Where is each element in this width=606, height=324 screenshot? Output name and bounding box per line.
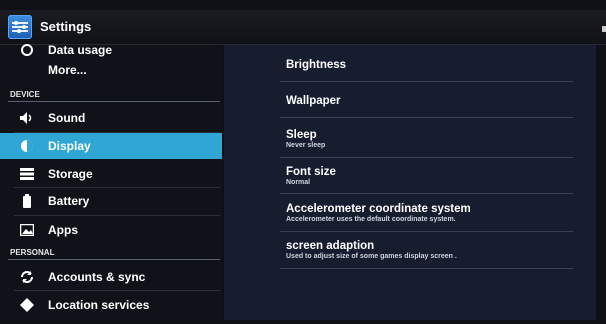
screen: Settings Data usage More... DEVICE Sound xyxy=(0,0,606,324)
setting-accelerometer-coordinate-system[interactable]: Accelerometer coordinate system Accelero… xyxy=(286,203,586,223)
data-usage-icon xyxy=(16,43,38,57)
sidebar-item-storage[interactable]: Storage xyxy=(16,161,222,187)
sidebar-item-label: Storage xyxy=(48,167,93,181)
setting-screen-adaption[interactable]: screen adaption Used to adjust size of s… xyxy=(286,240,586,260)
setting-wallpaper[interactable]: Wallpaper xyxy=(286,95,586,107)
apps-icon xyxy=(16,224,38,236)
storage-icon xyxy=(16,168,38,180)
overflow-edge-mark xyxy=(602,26,606,32)
settings-sidebar: Data usage More... DEVICE Sound Display … xyxy=(0,43,222,320)
setting-brightness[interactable]: Brightness xyxy=(286,59,586,71)
setting-title: Brightness xyxy=(286,59,347,71)
section-divider xyxy=(8,101,220,102)
setting-summary: Never sleep xyxy=(286,142,326,149)
sidebar-item-sound[interactable]: Sound xyxy=(16,105,222,131)
sidebar-item-location-services[interactable]: Location services xyxy=(16,292,222,318)
battery-icon xyxy=(16,194,38,208)
sidebar-item-label: Sound xyxy=(48,111,86,125)
setting-title: Sleep xyxy=(286,129,317,141)
location-icon xyxy=(16,298,38,312)
setting-sleep[interactable]: Sleep Never sleep xyxy=(286,129,586,149)
setting-title: screen adaption xyxy=(286,240,375,252)
section-divider xyxy=(8,259,220,260)
section-header-personal: PERSONAL xyxy=(10,248,55,257)
sidebar-item-label: Apps xyxy=(48,223,78,237)
sidebar-item-apps[interactable]: Apps xyxy=(16,217,222,243)
sidebar-item-label: Data usage xyxy=(48,43,113,57)
sidebar-item-label: Accounts & sync xyxy=(48,270,146,284)
section-header-device: DEVICE xyxy=(10,90,40,99)
sync-icon xyxy=(16,270,38,284)
display-settings-panel: Brightness Wallpaper Sleep Never sleep F… xyxy=(224,45,596,320)
sidebar-item-label: Battery xyxy=(48,194,90,208)
sidebar-item-battery[interactable]: Battery xyxy=(16,188,222,214)
setting-font-size[interactable]: Font size Normal xyxy=(286,166,586,186)
app-title: Settings xyxy=(40,19,92,34)
sidebar-item-accounts-sync[interactable]: Accounts & sync xyxy=(16,264,222,290)
sidebar-item-label: Display xyxy=(48,139,91,153)
setting-title: Accelerometer coordinate system xyxy=(286,203,471,215)
setting-title: Wallpaper xyxy=(286,95,341,107)
setting-summary: Accelerometer uses the default coordinat… xyxy=(286,216,456,223)
setting-summary: Used to adjust size of some games displa… xyxy=(286,253,457,260)
speaker-icon xyxy=(16,111,38,125)
setting-title: Font size xyxy=(286,166,336,178)
display-icon xyxy=(16,139,38,153)
sidebar-item-display[interactable]: Display xyxy=(0,133,222,159)
sidebar-item-label: Location services xyxy=(48,298,150,312)
setting-summary: Normal xyxy=(286,179,311,186)
settings-app-icon[interactable] xyxy=(8,15,32,39)
sidebar-item-label: More... xyxy=(48,63,87,77)
sidebar-item-more[interactable]: More... xyxy=(16,57,222,83)
